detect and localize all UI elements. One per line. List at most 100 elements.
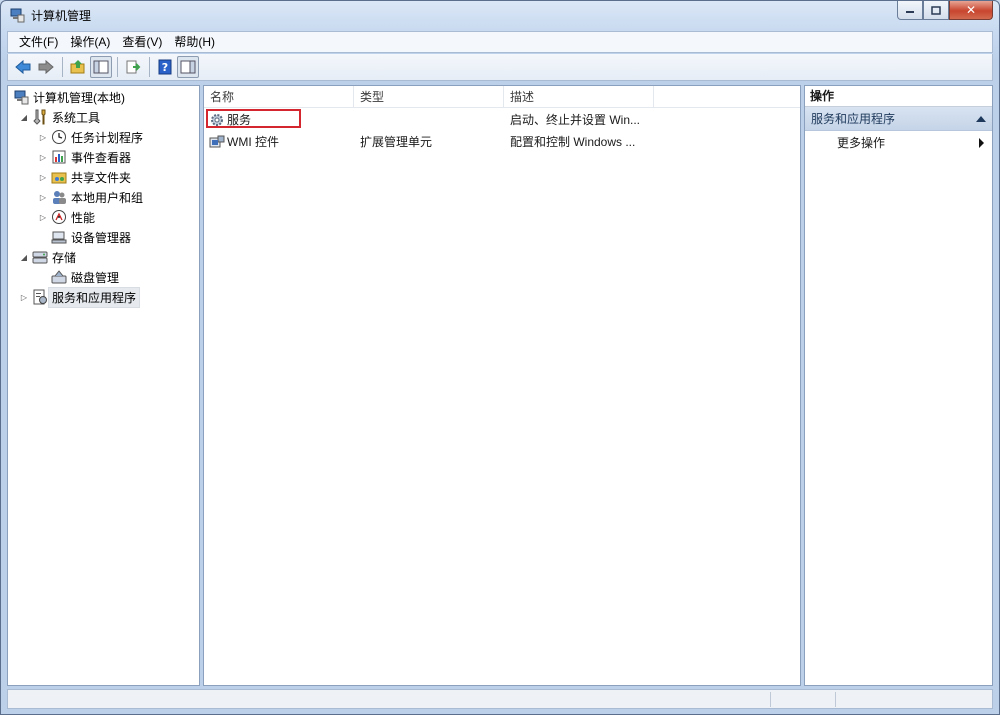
tree-item-label: 磁盘管理	[71, 270, 120, 285]
menu-action[interactable]: 操作(A)	[64, 32, 116, 52]
storage-icon	[32, 249, 48, 265]
toolbar: ?	[7, 54, 993, 81]
collapsed-arrow-icon[interactable]: ▷	[37, 131, 49, 143]
system-tools-icon	[32, 109, 48, 125]
tree-item-label: 任务计划程序	[71, 130, 144, 145]
show-hide-console-tree-button[interactable]	[90, 56, 112, 78]
expanded-arrow-icon[interactable]: ◢	[18, 111, 30, 123]
export-list-button[interactable]	[122, 56, 144, 78]
tree-item-local-users[interactable]: ▷ 本地用户和组	[37, 187, 143, 207]
tree-item-task-scheduler[interactable]: ▷ 任务计划程序	[37, 127, 143, 147]
performance-icon	[51, 209, 67, 225]
minimize-icon	[906, 11, 914, 13]
event-viewer-icon	[51, 149, 67, 165]
action-pane-title: 操作	[805, 86, 992, 107]
details-list: 名称 类型 描述 服务 启动、终止并设置 Win... WMI 控件 扩展管理单…	[203, 85, 801, 686]
maximize-button[interactable]	[923, 1, 949, 20]
toolbar-separator	[149, 57, 150, 77]
console-tree-icon	[93, 60, 109, 74]
tree-item-label: 性能	[71, 210, 96, 225]
wmi-control-icon	[209, 134, 227, 154]
tree-item-services-apps[interactable]: ▷ 服务和应用程序	[18, 286, 141, 308]
cell-name: WMI 控件	[227, 135, 279, 149]
no-expand-spacer	[37, 231, 49, 243]
disk-management-icon	[51, 269, 67, 285]
close-icon: ✕	[965, 3, 977, 17]
menu-view[interactable]: 查看(V)	[116, 32, 168, 52]
up-level-button[interactable]	[67, 56, 89, 78]
submenu-arrow-icon	[979, 138, 984, 148]
highlight-annotation-box	[206, 109, 301, 128]
services-apps-icon	[32, 289, 48, 305]
tree-item-label: 事件查看器	[71, 150, 132, 165]
column-header-name[interactable]: 名称	[204, 86, 354, 108]
clock-icon	[51, 129, 67, 145]
show-hide-action-pane-button[interactable]	[177, 56, 199, 78]
tree-item-shared-folders[interactable]: ▷ 共享文件夹	[37, 167, 131, 187]
tree-item-performance[interactable]: ▷ 性能	[37, 207, 95, 227]
back-button[interactable]	[12, 56, 34, 78]
collapse-up-icon[interactable]	[976, 116, 986, 122]
status-separator	[835, 692, 836, 707]
more-actions-item[interactable]: 更多操作	[805, 132, 992, 154]
help-button[interactable]: ?	[154, 56, 176, 78]
toolbar-separator	[62, 57, 63, 77]
expanded-arrow-icon[interactable]: ◢	[18, 251, 30, 263]
forward-button[interactable]	[35, 56, 57, 78]
shared-folder-icon	[51, 169, 67, 185]
title-bar: 计算机管理 ✕	[1, 1, 999, 31]
menu-bar: 文件(F) 操作(A) 查看(V) 帮助(H)	[7, 31, 993, 53]
toolbar-separator	[117, 57, 118, 77]
computer-management-window: 计算机管理 ✕ 文件(F) 操作(A) 查看(V) 帮助(H) ? 计算机管理(…	[0, 0, 1000, 715]
status-separator	[770, 692, 771, 707]
action-pane-icon	[180, 60, 196, 74]
device-manager-icon	[51, 229, 67, 245]
maximize-icon	[931, 5, 941, 15]
cell-description: 配置和控制 Windows ...	[510, 135, 636, 149]
collapsed-arrow-icon[interactable]: ▷	[37, 191, 49, 203]
tree-item-storage[interactable]: ◢ 存储	[18, 247, 76, 267]
tree-item-event-viewer[interactable]: ▷ 事件查看器	[37, 147, 131, 167]
cell-description: 启动、终止并设置 Win...	[510, 113, 641, 127]
users-group-icon	[51, 189, 67, 205]
tree-item-system-tools[interactable]: ◢ 系统工具	[18, 107, 100, 127]
minimize-button[interactable]	[897, 1, 923, 20]
column-header-type[interactable]: 类型	[354, 86, 504, 108]
window-title: 计算机管理	[31, 9, 92, 23]
list-item-wmi-control[interactable]: WMI 控件 扩展管理单元 配置和控制 Windows ...	[204, 132, 800, 152]
svg-text:?: ?	[162, 61, 168, 74]
back-icon	[15, 59, 31, 75]
console-tree: 计算机管理(本地) ◢ 系统工具 ▷ 任务计划程序 ▷ 事件查看器 ▷ 共享文件…	[7, 85, 200, 686]
menu-help[interactable]: 帮助(H)	[168, 32, 221, 52]
column-header-description[interactable]: 描述	[504, 86, 654, 108]
tree-item-device-manager[interactable]: 设备管理器	[37, 227, 131, 247]
action-section-label: 服务和应用程序	[811, 112, 896, 126]
more-actions-label: 更多操作	[837, 136, 886, 150]
tree-item-label: 服务和应用程序	[48, 286, 141, 308]
tree-item-label: 共享文件夹	[71, 170, 132, 185]
tree-item-label: 设备管理器	[71, 230, 132, 245]
action-section-services-apps[interactable]: 服务和应用程序	[805, 107, 992, 131]
help-icon: ?	[158, 59, 172, 75]
collapsed-arrow-icon[interactable]: ▷	[37, 211, 49, 223]
collapsed-arrow-icon[interactable]: ▷	[18, 291, 30, 303]
list-header: 名称 类型 描述	[204, 86, 800, 108]
tree-item-disk-management[interactable]: 磁盘管理	[37, 267, 119, 287]
computer-management-icon	[13, 89, 29, 105]
collapsed-arrow-icon[interactable]: ▷	[37, 151, 49, 163]
cell-type: 扩展管理单元	[360, 135, 433, 149]
collapsed-arrow-icon[interactable]: ▷	[37, 171, 49, 183]
no-expand-spacer	[37, 271, 49, 283]
menu-file[interactable]: 文件(F)	[8, 32, 64, 52]
action-pane: 操作 服务和应用程序 更多操作	[804, 85, 993, 686]
computer-management-icon	[9, 7, 25, 23]
cell-type	[360, 110, 500, 130]
tree-item-label: 系统工具	[52, 110, 101, 125]
close-button[interactable]: ✕	[949, 1, 993, 20]
tree-item-root[interactable]: 计算机管理(本地)	[11, 87, 125, 107]
tree-item-label: 计算机管理(本地)	[33, 90, 125, 105]
forward-icon	[38, 59, 54, 75]
up-folder-icon	[70, 60, 85, 74]
tree-item-label: 存储	[52, 250, 77, 265]
export-list-icon	[126, 60, 141, 74]
